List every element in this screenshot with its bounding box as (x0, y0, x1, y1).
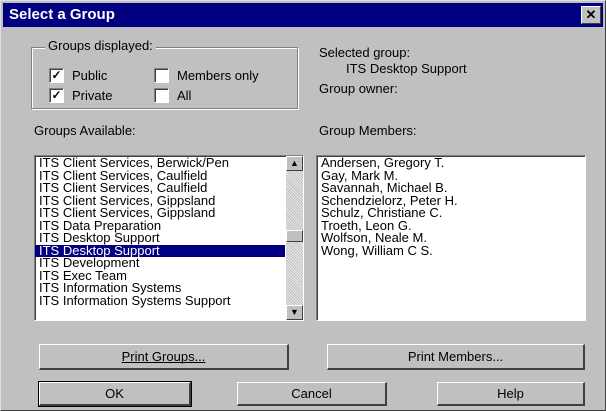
group-members-list[interactable]: Andersen, Gregory T. Gay, Mark M. Savannah… (316, 155, 586, 321)
scroll-thumb[interactable] (286, 230, 303, 242)
group-owner-label: Group owner: (319, 81, 398, 96)
selected-group-value: ITS Desktop Support (346, 61, 467, 76)
groups-displayed-legend: Groups displayed: (45, 38, 156, 53)
members-only-checkbox[interactable] (154, 68, 169, 83)
members-only-label: Members only (177, 68, 259, 83)
ok-label: OK (105, 386, 124, 401)
select-group-dialog: Select a Group ✕ Groups displayed: ✓ Pub… (0, 0, 606, 411)
print-groups-button[interactable]: Print Groups... (39, 344, 289, 370)
title-bar[interactable]: Select a Group ✕ (3, 3, 603, 27)
private-checkbox[interactable]: ✓ (49, 88, 64, 103)
members-only-option[interactable]: Members only (154, 68, 259, 83)
group-list-item[interactable]: ITS Information Systems Support (35, 294, 285, 308)
cancel-button[interactable]: Cancel (237, 382, 387, 406)
scroll-down-button[interactable]: ▼ (286, 305, 303, 320)
print-groups-label: Print Groups... (121, 349, 206, 364)
ok-button[interactable]: OK (38, 381, 192, 407)
members-list-items: Andersen, Gregory T. Gay, Mark M. Savannah… (317, 156, 585, 257)
group-members-label: Group Members: (319, 123, 417, 138)
cancel-label: Cancel (291, 386, 332, 401)
public-checkbox[interactable]: ✓ (49, 68, 64, 83)
all-label: All (177, 88, 192, 103)
all-checkbox[interactable] (154, 88, 169, 103)
close-button[interactable]: ✕ (581, 6, 601, 24)
print-members-button[interactable]: Print Members... (327, 344, 585, 370)
help-button[interactable]: Help (437, 382, 585, 406)
groups-available-label: Groups Available: (34, 123, 136, 138)
groups-list-items: ITS Client Services, Berwick/Pen ITS Clie… (35, 156, 303, 307)
private-option[interactable]: ✓ Private (49, 88, 112, 103)
help-label: Help (497, 386, 524, 401)
groups-scrollbar[interactable]: ▲ ▼ (286, 156, 303, 320)
public-label: Public (72, 68, 107, 83)
groups-available-list[interactable]: ITS Client Services, Berwick/Pen ITS Clie… (34, 155, 304, 321)
public-option[interactable]: ✓ Public (49, 68, 107, 83)
print-members-label: Print Members... (407, 349, 504, 364)
member-list-item[interactable]: Wong, William C S. (317, 244, 585, 258)
public-label-text: Public (72, 68, 108, 83)
all-option[interactable]: All (154, 88, 191, 103)
private-label: Private (72, 88, 113, 103)
window-title: Select a Group (9, 6, 115, 23)
selected-group-label: Selected group: (319, 45, 411, 60)
scroll-up-button[interactable]: ▲ (286, 156, 303, 171)
